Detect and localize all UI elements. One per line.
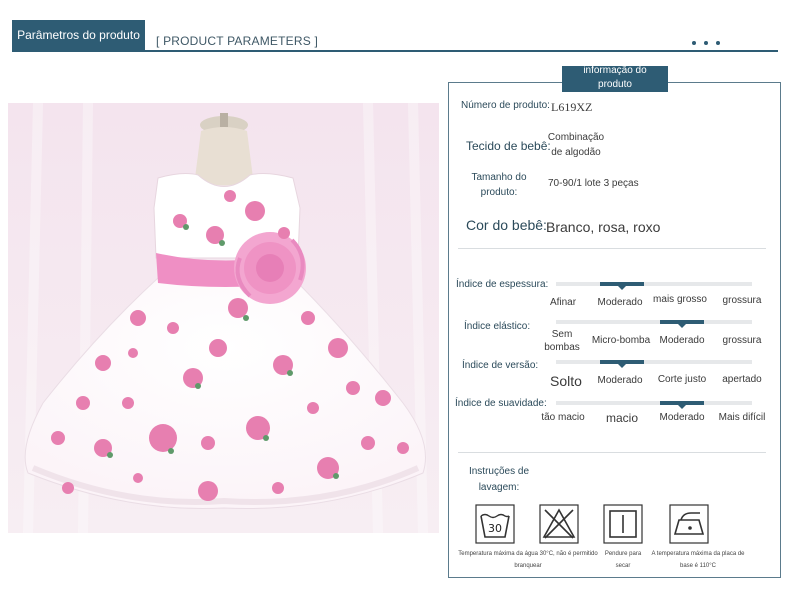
elastic-option: Moderado [659,335,705,346]
color-label: Cor do bebê: [466,217,547,233]
elastic-option: Micro-bomba [591,335,651,346]
thickness-option: mais grosso [653,294,707,305]
elastic-track [556,320,752,324]
header-divider [12,50,778,52]
no-bleach-icon [539,504,579,544]
product-photo [8,103,439,533]
color-value: Branco, rosa, roxo [546,219,661,235]
thickness-option: Moderado [597,297,643,308]
thickness-option: Afinar [549,297,577,308]
header-title: Parâmetros do produto [12,20,145,50]
hang-dry-icon [603,504,643,544]
header-dots-icon [690,40,730,50]
wash-30-icon: 30 [475,504,515,544]
elastic-option: grossura [722,335,762,346]
version-option: Moderado [597,375,643,386]
thickness-track [556,282,752,286]
section-divider [458,248,766,249]
version-option: apertado [722,374,762,385]
softness-option: Moderado [659,412,705,423]
version-option: Solto [550,373,582,389]
header-divider-end [735,50,778,52]
softness-track [556,401,752,405]
fabric-value: Combinação de algodão [547,132,605,158]
thickness-label: Índice de espessura: [456,279,549,290]
header-subtitle: [ PRODUCT PARAMETERS ] [156,34,318,48]
elastic-marker [660,320,704,328]
softness-marker [660,401,704,409]
wash-caption: Temperatura máxima da água 30°C, não é p… [458,551,598,569]
elastic-option: Sem bombas [544,329,580,353]
hang-caption: Pendure para secar [604,551,642,569]
softness-label: Índice de suavidade: [455,398,547,409]
info-badge: informação do produto [583,65,647,90]
version-label: Índice de versão: [462,360,539,371]
wash-temp: 30 [488,522,502,535]
iron-caption: A temperatura máxima da placa de base é … [651,551,745,569]
washing-title: Instruções de lavagem: [468,466,530,493]
softness-option: macio [605,411,638,425]
fabric-label: Tecido de bebê: [466,139,551,153]
version-marker [600,360,644,368]
softness-option: tão macio [541,412,585,423]
version-option: Corte justo [657,374,707,385]
elastic-label: Índice elástico: [464,321,531,332]
iron-low-icon [669,504,709,544]
size-value: 70-90/1 lote 3 peças [548,178,639,189]
softness-option: Mais difícil [718,412,766,423]
section-divider [458,452,766,453]
product-number-label: Número de produto: [461,100,550,111]
thickness-marker [600,282,644,290]
size-label: Tamanho do produto: [471,172,527,198]
thickness-option: grossura [722,295,762,306]
product-number-value: L619XZ [551,100,593,114]
version-track [556,360,752,364]
